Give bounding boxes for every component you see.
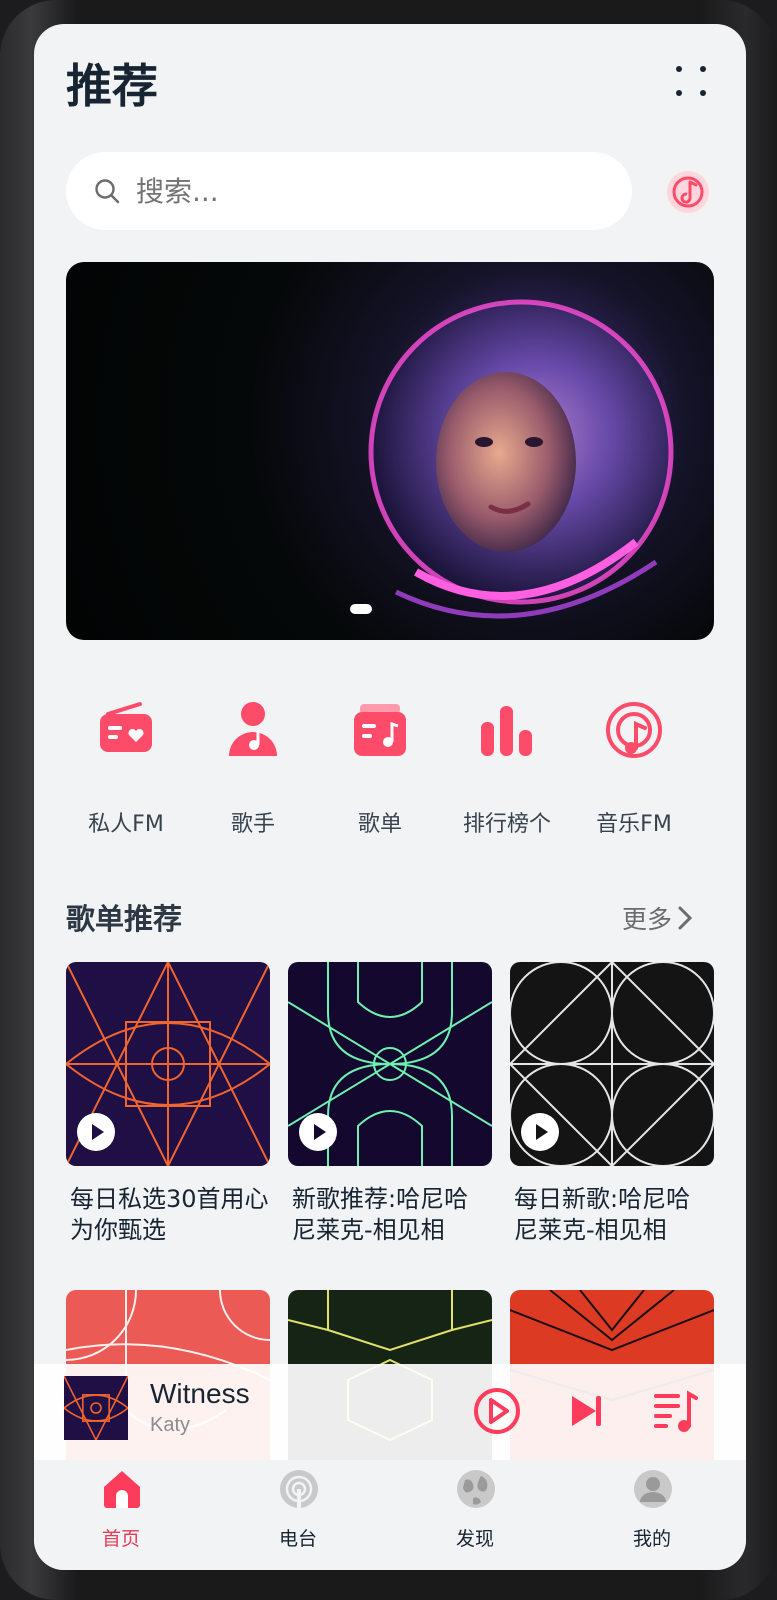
now-playing-title: Witness bbox=[150, 1378, 250, 1409]
quick-nav-ranking[interactable]: 排行榜个 bbox=[447, 700, 567, 837]
play-icon[interactable] bbox=[76, 1112, 116, 1152]
quick-nav-label: 歌单 bbox=[357, 812, 402, 837]
more-link-label: 更多 bbox=[622, 905, 673, 934]
page-title: 推荐 bbox=[66, 59, 158, 113]
home-icon bbox=[104, 1471, 140, 1508]
now-playing-cover bbox=[64, 1376, 128, 1440]
playlist-card[interactable]: 新歌推荐:哈尼哈尼莱克-相见相 bbox=[288, 962, 492, 1248]
playlist-title: 每日新歌:哈尼哈尼莱克-相见相 bbox=[514, 1185, 691, 1244]
quick-nav-label: 歌手 bbox=[230, 812, 275, 837]
playlist-title: 新歌推荐:哈尼哈尼莱克-相见相 bbox=[292, 1185, 469, 1244]
quick-nav-playlist[interactable]: 歌单 bbox=[320, 700, 440, 837]
tab-radio[interactable]: 电台 bbox=[238, 1460, 358, 1570]
tab-label: 我的 bbox=[632, 1528, 671, 1550]
user-avatar-icon bbox=[634, 1470, 672, 1508]
quick-nav-private-fm[interactable]: 私人FM bbox=[66, 700, 186, 837]
tab-label: 电台 bbox=[278, 1528, 317, 1550]
broadcast-icon bbox=[280, 1470, 318, 1509]
search-bar[interactable] bbox=[66, 152, 632, 230]
play-icon[interactable] bbox=[298, 1112, 338, 1152]
tab-home[interactable]: 首页 bbox=[61, 1460, 181, 1570]
playlist-cover bbox=[288, 962, 492, 1166]
tab-label: 首页 bbox=[101, 1528, 140, 1550]
search-icon bbox=[95, 179, 120, 204]
tab-label: 发现 bbox=[455, 1528, 494, 1550]
quick-nav-music-fm[interactable]: 音乐FM bbox=[574, 700, 694, 837]
promo-banner[interactable] bbox=[66, 262, 714, 640]
next-track-icon[interactable] bbox=[562, 1386, 612, 1436]
now-playing-artist: Katy bbox=[150, 1414, 191, 1436]
mini-player[interactable]: Witness Katy bbox=[34, 1364, 746, 1460]
banner-indicator[interactable] bbox=[350, 604, 372, 614]
tab-discover[interactable]: 发现 bbox=[415, 1460, 535, 1570]
quick-nav-label: 排行榜个 bbox=[462, 812, 551, 837]
section-title: 歌单推荐 bbox=[66, 902, 183, 936]
quick-nav-singer[interactable]: 歌手 bbox=[193, 700, 313, 837]
bottom-tab-bar: 首页 电台 发现 我的 bbox=[34, 1460, 746, 1570]
more-options-icon[interactable] bbox=[674, 64, 710, 100]
playlist-cover bbox=[510, 962, 714, 1166]
app-screen: 推荐 搜索... 私人FM 歌手 歌单 排行榜个 音乐FM 歌单推荐 更多 每日… bbox=[34, 24, 746, 1570]
play-icon[interactable] bbox=[520, 1112, 560, 1152]
play-button-icon[interactable] bbox=[472, 1386, 522, 1436]
tab-mine[interactable]: 我的 bbox=[592, 1460, 712, 1570]
playlist-icon bbox=[354, 704, 406, 756]
podcast-icon bbox=[606, 702, 662, 758]
playlist-card[interactable]: 每日新歌:哈尼哈尼莱克-相见相 bbox=[510, 962, 714, 1248]
more-link[interactable]: 更多 bbox=[622, 900, 694, 936]
playlist-cover bbox=[66, 962, 270, 1166]
playlist-card[interactable]: 每日私选30首用心为你甄选 bbox=[66, 962, 270, 1248]
astronaut-image bbox=[368, 299, 674, 619]
quick-nav: 私人FM 歌手 歌单 排行榜个 音乐FM bbox=[66, 700, 714, 837]
device-frame: 推荐 搜索... 私人FM 歌手 歌单 排行榜个 音乐FM 歌单推荐 更多 每日… bbox=[0, 0, 777, 1600]
radio-icon bbox=[100, 702, 152, 752]
globe-icon bbox=[457, 1470, 495, 1508]
ranking-icon bbox=[481, 706, 532, 756]
quick-nav-label: 音乐FM bbox=[596, 812, 672, 837]
playlist-queue-icon[interactable] bbox=[650, 1386, 700, 1436]
singer-icon bbox=[229, 702, 277, 756]
music-fm-icon[interactable] bbox=[666, 170, 710, 214]
playlist-title: 每日私选30首用心为你甄选 bbox=[70, 1185, 269, 1244]
chevron-right-icon bbox=[678, 906, 693, 930]
quick-nav-label: 私人FM bbox=[88, 812, 164, 837]
search-input[interactable] bbox=[136, 174, 576, 208]
